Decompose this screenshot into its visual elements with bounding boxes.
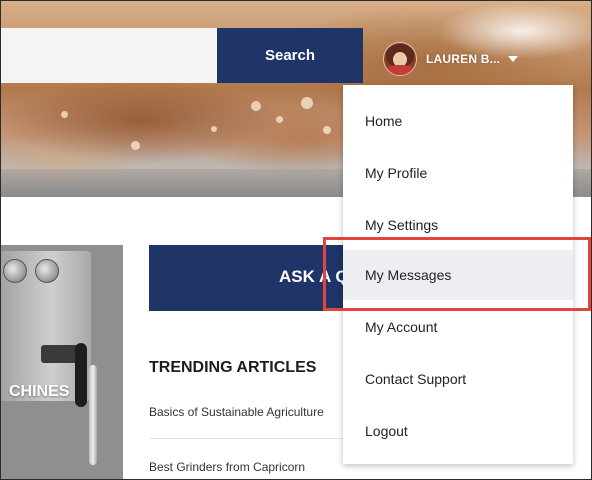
menu-item-my-settings[interactable]: My Settings <box>343 200 573 250</box>
user-name: LAUREN B... <box>426 52 501 66</box>
page-frame: Search LAUREN B... CHINES ASK A QUESTION… <box>0 0 592 480</box>
trending-articles-title: TRENDING ARTICLES <box>149 359 317 376</box>
caret-down-icon <box>508 56 519 62</box>
menu-item-home[interactable]: Home <box>343 96 573 146</box>
search-input[interactable] <box>1 28 217 83</box>
menu-item-logout[interactable]: Logout <box>343 406 573 456</box>
menu-item-my-messages[interactable]: My Messages <box>343 250 573 300</box>
article-link[interactable]: Basics of Sustainable Agriculture <box>149 405 359 419</box>
category-tile-machines[interactable]: CHINES <box>1 245 123 479</box>
user-menu-trigger[interactable]: LAUREN B... <box>383 39 519 79</box>
menu-item-contact-support[interactable]: Contact Support <box>343 354 573 404</box>
category-tile-label: CHINES <box>9 383 70 400</box>
search-button[interactable]: Search <box>217 28 363 83</box>
avatar <box>383 42 417 76</box>
menu-item-my-account[interactable]: My Account <box>343 302 573 352</box>
menu-item-my-profile[interactable]: My Profile <box>343 148 573 198</box>
user-dropdown-menu: Home My Profile My Settings My Messages … <box>343 85 573 464</box>
divider <box>149 438 345 439</box>
article-link[interactable]: Best Grinders from Capricorn <box>149 460 359 474</box>
